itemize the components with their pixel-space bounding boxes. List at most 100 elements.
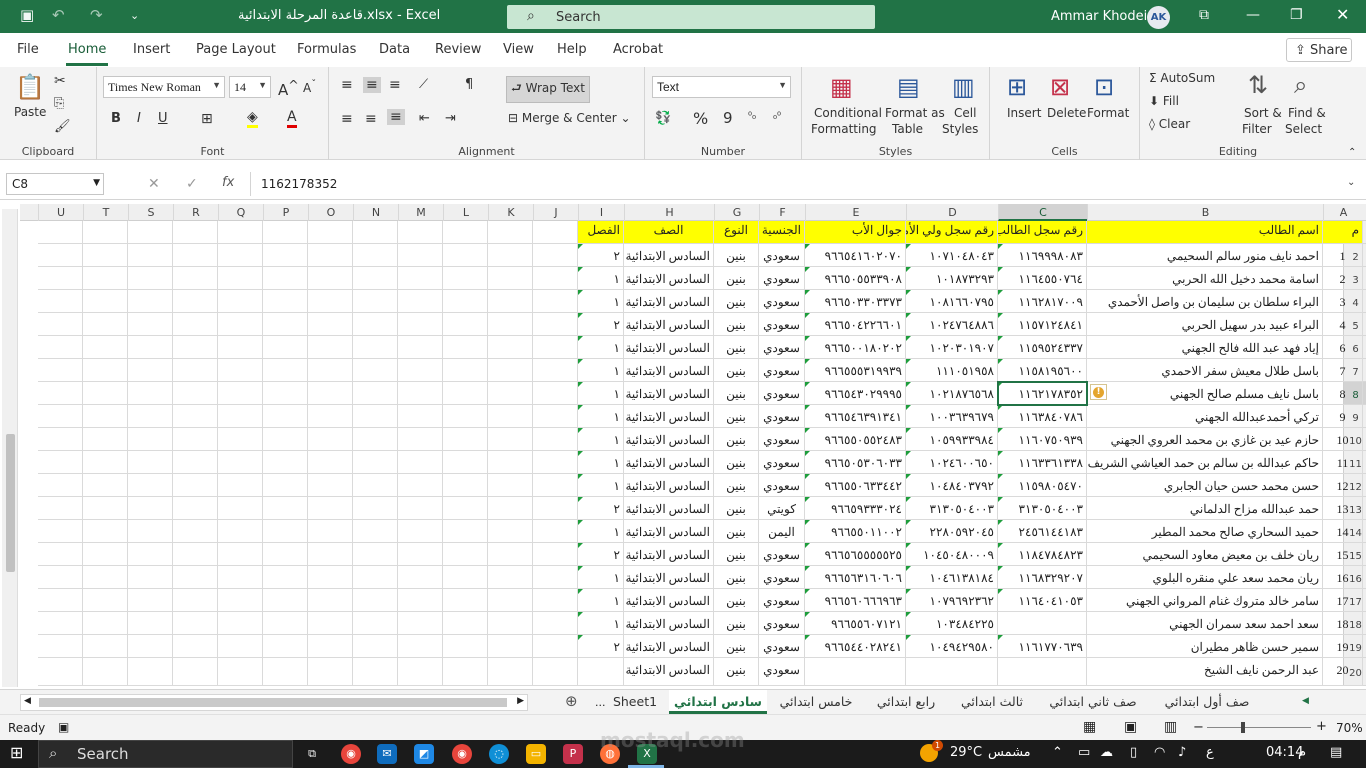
cell-g[interactable]: بنين bbox=[714, 267, 759, 290]
empty-cell[interactable] bbox=[263, 566, 308, 589]
battery-icon[interactable]: ▯ bbox=[1130, 745, 1137, 760]
column-header[interactable]: E bbox=[805, 204, 906, 221]
cell-a[interactable]: 6 bbox=[1323, 336, 1363, 359]
cell-c[interactable]: ١١٦٣٣٦١٣٣٨ bbox=[998, 451, 1087, 474]
powerpoint-icon[interactable]: P bbox=[563, 744, 583, 764]
zoom-out-button[interactable]: − bbox=[1193, 720, 1204, 735]
cell-f[interactable]: سعودي bbox=[759, 359, 805, 382]
empty-cell[interactable] bbox=[488, 543, 533, 566]
empty-cell[interactable] bbox=[398, 451, 443, 474]
cell-h[interactable]: السادس الابتدائية bbox=[624, 244, 714, 267]
empty-cell[interactable] bbox=[38, 589, 83, 612]
empty-cell[interactable] bbox=[173, 336, 218, 359]
cell-g[interactable]: بنين bbox=[714, 612, 759, 635]
empty-cell[interactable] bbox=[443, 474, 488, 497]
empty-cell[interactable] bbox=[218, 359, 263, 382]
cell-a[interactable]: 8 bbox=[1323, 382, 1363, 405]
cell-e[interactable]: ٩٦٦٥٠٠١٨٠٢٠٢ bbox=[805, 336, 906, 359]
cell-d[interactable]: ١٠٤٨٤٠٣٧٩٢ bbox=[906, 474, 998, 497]
cell-f[interactable]: الجنسية bbox=[759, 221, 805, 244]
cell-g[interactable]: بنين bbox=[714, 543, 759, 566]
conditional-label-2[interactable]: Formatting bbox=[811, 122, 877, 136]
sheet-tab[interactable]: صف أول ابتدائي bbox=[1152, 690, 1262, 714]
empty-cell[interactable] bbox=[173, 428, 218, 451]
empty-cell[interactable] bbox=[443, 244, 488, 267]
cell-c[interactable]: ١١٥٩٥٢٤٣٣٧ bbox=[998, 336, 1087, 359]
empty-cell[interactable] bbox=[128, 543, 173, 566]
cell-g[interactable]: بنين bbox=[714, 428, 759, 451]
empty-cell[interactable] bbox=[128, 658, 173, 686]
cell-h[interactable]: الصف bbox=[624, 221, 714, 244]
cell-c[interactable]: ٢٤٥٦١٤٤١٨٣ bbox=[998, 520, 1087, 543]
cell-c[interactable]: ٣١٣٠٥٠٤٠٠٣ bbox=[998, 497, 1087, 520]
cell-a[interactable]: 11 bbox=[1323, 451, 1363, 474]
empty-cell[interactable] bbox=[398, 382, 443, 405]
cell-a[interactable]: 14 bbox=[1323, 520, 1363, 543]
cell-h[interactable]: السادس الابتدائية bbox=[624, 658, 714, 686]
sheet-tab[interactable]: Sheet1 bbox=[604, 690, 666, 714]
column-header[interactable]: J bbox=[533, 204, 578, 221]
cell-styles-icon[interactable]: ▥ bbox=[952, 73, 975, 101]
tab-page-layout[interactable]: Page Layout bbox=[196, 42, 276, 57]
cell-b[interactable]: سامر خالد متروك غنام المرواني الجهني bbox=[1087, 589, 1323, 612]
empty-cell[interactable] bbox=[38, 405, 83, 428]
cell-e[interactable]: ٩٦٦٥٦٥٥٥٥٥٢٥ bbox=[805, 543, 906, 566]
empty-cell[interactable] bbox=[308, 336, 353, 359]
sheet-tab[interactable]: رابع ابتدائي bbox=[866, 690, 946, 714]
zoom-in-button[interactable]: + bbox=[1316, 719, 1327, 734]
cell-e[interactable]: ٩٦٦٥٤٣٠٢٩٩٩٥ bbox=[805, 382, 906, 405]
cell-e[interactable]: ٩٦٦٥٥٦٠٧١٢١ bbox=[805, 612, 906, 635]
cell-e[interactable]: ٩٦٦٥٠٥٣٠٦٠٣٣ bbox=[805, 451, 906, 474]
tab-file[interactable]: File bbox=[17, 42, 39, 57]
cell-c[interactable] bbox=[998, 612, 1087, 635]
empty-cell[interactable] bbox=[533, 336, 578, 359]
empty-cell[interactable] bbox=[128, 221, 173, 244]
cell-e[interactable]: ٩٦٦٥٠٤٢٢٦٦٠١ bbox=[805, 313, 906, 336]
empty-cell[interactable] bbox=[173, 543, 218, 566]
tab-review[interactable]: Review bbox=[435, 42, 481, 57]
empty-cell[interactable] bbox=[443, 543, 488, 566]
cell-c[interactable]: ١١٦٨٣٢٩٢٠٧ bbox=[998, 566, 1087, 589]
sort-filter-label[interactable]: Sort & bbox=[1244, 106, 1282, 120]
cell-d[interactable]: ١٠٢٤٧٦٤٨٨٦ bbox=[906, 313, 998, 336]
cell-a[interactable]: 2 bbox=[1323, 267, 1363, 290]
cell-f[interactable]: سعودي bbox=[759, 290, 805, 313]
empty-cell[interactable] bbox=[218, 635, 263, 658]
empty-cell[interactable] bbox=[83, 405, 128, 428]
cell-f[interactable]: سعودي bbox=[759, 405, 805, 428]
cell-f[interactable]: سعودي bbox=[759, 451, 805, 474]
scroll-right-icon[interactable]: ▶ bbox=[517, 696, 524, 706]
empty-cell[interactable] bbox=[488, 221, 533, 244]
cell-f[interactable]: سعودي bbox=[759, 313, 805, 336]
cell-a[interactable]: 9 bbox=[1323, 405, 1363, 428]
share-button[interactable]: ⇪ Share bbox=[1286, 38, 1352, 62]
empty-cell[interactable] bbox=[353, 382, 398, 405]
empty-cell[interactable] bbox=[443, 382, 488, 405]
empty-cell[interactable] bbox=[533, 428, 578, 451]
empty-cell[interactable] bbox=[173, 658, 218, 686]
underline-button[interactable]: U bbox=[158, 111, 168, 126]
empty-cell[interactable] bbox=[353, 405, 398, 428]
empty-cell[interactable] bbox=[173, 267, 218, 290]
empty-cell[interactable] bbox=[83, 244, 128, 267]
tab-home[interactable]: Home bbox=[68, 42, 106, 57]
undo-icon[interactable]: ↶ bbox=[52, 6, 65, 24]
cell-i[interactable]: ٢ bbox=[578, 543, 624, 566]
empty-cell[interactable] bbox=[353, 451, 398, 474]
empty-cell[interactable] bbox=[308, 497, 353, 520]
empty-cell[interactable] bbox=[488, 635, 533, 658]
cell-b[interactable]: حاكم عبدالله بن سالم بن حمد العياشي الشر… bbox=[1087, 451, 1323, 474]
comma-button[interactable]: 9 bbox=[723, 109, 733, 127]
empty-cell[interactable] bbox=[83, 313, 128, 336]
zoom-level[interactable]: 70% bbox=[1336, 721, 1363, 735]
empty-cell[interactable] bbox=[83, 382, 128, 405]
empty-cell[interactable] bbox=[263, 497, 308, 520]
empty-cell[interactable] bbox=[263, 451, 308, 474]
empty-cell[interactable] bbox=[263, 267, 308, 290]
empty-cell[interactable] bbox=[488, 474, 533, 497]
sheet-tab[interactable]: صف ثاني ابتدائي bbox=[1038, 690, 1148, 714]
cell-b[interactable]: البراء عبيد بدر سهيل الحربي bbox=[1087, 313, 1323, 336]
empty-cell[interactable] bbox=[38, 290, 83, 313]
empty-cell[interactable] bbox=[128, 451, 173, 474]
ribbon-display-icon[interactable]: ⧉ bbox=[1199, 7, 1209, 23]
